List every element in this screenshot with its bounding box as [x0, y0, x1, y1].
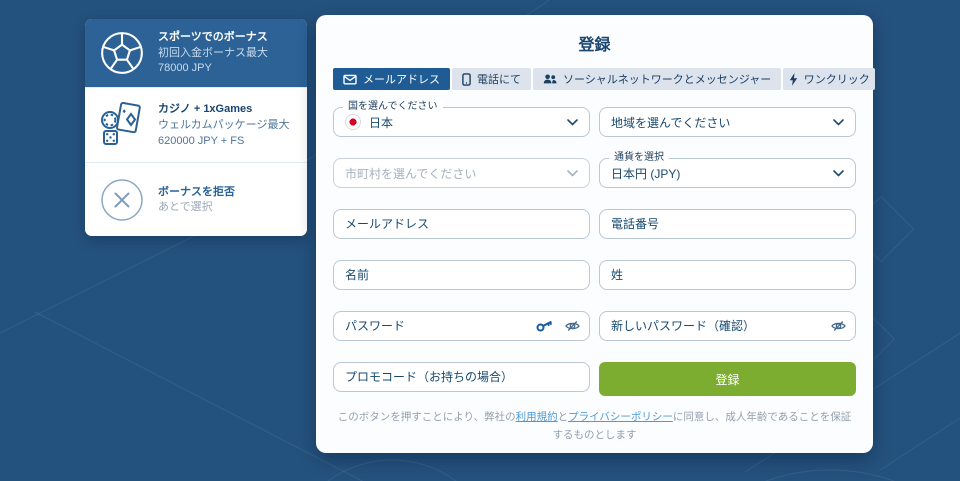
tab-one-click[interactable]: ワンクリック	[783, 68, 876, 90]
lightning-icon	[789, 72, 798, 86]
registration-form: 国を選んでください 日本 地域を選んでください 市町村を選んでください 通貨を選…	[333, 101, 856, 396]
phone-icon	[462, 72, 471, 86]
terms-link[interactable]: 利用規約	[516, 411, 558, 423]
bonus-subtitle: あとで選択	[158, 201, 213, 214]
users-icon	[543, 74, 557, 84]
currency-value: 日本円 (JPY)	[611, 166, 681, 181]
region-placeholder: 地域を選んでください	[611, 115, 731, 130]
country-select[interactable]: 国を選んでください 日本	[333, 101, 590, 137]
bonus-title: カジノ + 1xGames	[158, 103, 253, 116]
registration-tabs: メールアドレス 電話にて ソーシャルネットワークとメッセンジャー ワンクリック	[333, 68, 876, 90]
privacy-policy-link[interactable]: プライバシーポリシー	[568, 411, 673, 423]
japan-flag-icon	[345, 114, 361, 130]
disclaimer-text: と	[557, 411, 569, 423]
currency-select[interactable]: 通貨を選択 日本円 (JPY)	[599, 152, 856, 188]
country-value: 日本	[369, 115, 394, 130]
soccer-ball-icon	[97, 30, 147, 76]
chevron-down-icon	[567, 118, 578, 126]
eye-slash-icon[interactable]	[831, 320, 846, 332]
city-select[interactable]: 市町村を選んでください	[333, 158, 590, 188]
envelope-icon	[343, 74, 357, 85]
city-placeholder: 市町村を選んでください	[345, 166, 477, 181]
chevron-down-icon	[833, 169, 844, 177]
casino-cards-icon	[97, 101, 147, 149]
eye-slash-icon[interactable]	[565, 320, 580, 332]
tab-label: ワンクリック	[803, 74, 870, 86]
tab-social[interactable]: ソーシャルネットワークとメッセンジャー	[533, 68, 782, 90]
tab-label: メールアドレス	[363, 74, 440, 86]
bonus-subtitle: 初回入金ボーナス最大78000 JPY	[158, 46, 268, 75]
first-name-field[interactable]	[333, 260, 590, 290]
chevron-down-icon	[567, 169, 578, 177]
region-select[interactable]: 地域を選んでください	[599, 107, 856, 137]
chevron-down-icon	[833, 118, 844, 126]
password-confirm-icons	[831, 320, 846, 332]
promo-code-field[interactable]	[333, 362, 590, 392]
x-circle-icon	[97, 178, 147, 222]
page-background: スポーツでのボーナス 初回入金ボーナス最大78000 JPY カジノ + 1xG…	[0, 0, 960, 481]
register-button[interactable]: 登録	[599, 362, 856, 396]
bonus-title: スポーツでのボーナス	[158, 31, 268, 43]
currency-select-label: 通貨を選択	[609, 152, 669, 164]
password-field-wrap	[333, 311, 590, 341]
bonus-text: カジノ + 1xGames ウェルカムパッケージ最大 620000 JPY + …	[158, 101, 295, 149]
sidebar-item-casino-bonus[interactable]: カジノ + 1xGames ウェルカムパッケージ最大 620000 JPY + …	[85, 87, 307, 163]
last-name-field[interactable]	[599, 260, 856, 290]
phone-field[interactable]	[599, 209, 856, 239]
registration-panel: 登録 メールアドレス 電話にて ソーシャルネットワークとメッセンジャー ワンクリ…	[316, 15, 876, 453]
bonus-text: スポーツでのボーナス 初回入金ボーナス最大78000 JPY	[158, 29, 295, 77]
password-confirm-field[interactable]	[599, 311, 856, 341]
password-icons	[536, 320, 580, 332]
sidebar-item-refuse-bonus[interactable]: ボーナスを拒否 あとで選択	[85, 162, 307, 237]
tab-label: ソーシャルネットワークとメッセンジャー	[563, 74, 772, 86]
disclaimer-text: このボタンを押すことにより、弊社の	[337, 411, 516, 423]
tab-email[interactable]: メールアドレス	[333, 68, 450, 90]
bonus-title: ボーナスを拒否	[158, 185, 235, 198]
tab-phone[interactable]: 電話にて	[452, 68, 531, 90]
bonus-subtitle: ウェルカムパッケージ最大 620000 JPY + FS	[158, 118, 290, 147]
tab-label: 電話にて	[477, 74, 521, 86]
page-title: 登録	[578, 37, 611, 54]
country-select-label: 国を選んでください	[343, 101, 443, 113]
email-field[interactable]	[333, 209, 590, 239]
bonus-text: ボーナスを拒否 あとで選択	[158, 184, 235, 216]
bonus-sidebar: スポーツでのボーナス 初回入金ボーナス最大78000 JPY カジノ + 1xG…	[85, 19, 307, 237]
key-icon	[536, 320, 553, 332]
password-confirm-wrap	[599, 311, 856, 341]
sidebar-item-sports-bonus[interactable]: スポーツでのボーナス 初回入金ボーナス最大78000 JPY	[85, 19, 307, 88]
terms-disclaimer: このボタンを押すことにより、弊社の利用規約とプライバシーポリシーに同意し、成人年…	[333, 409, 856, 445]
